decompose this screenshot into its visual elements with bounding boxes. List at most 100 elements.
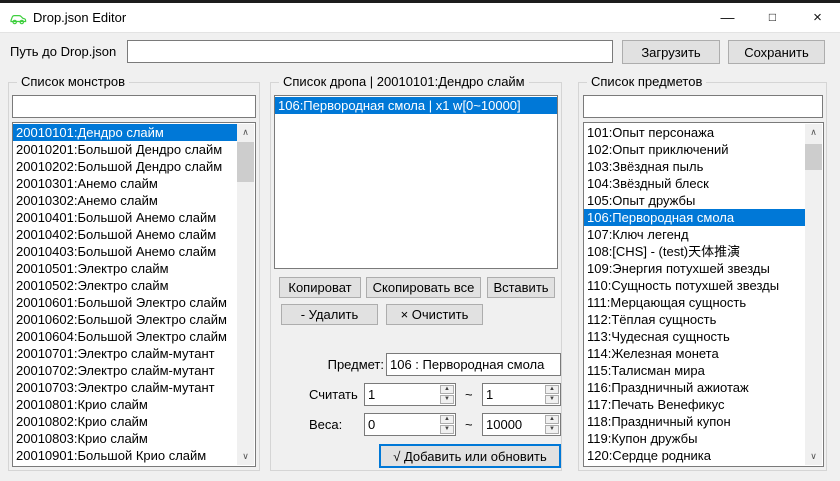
copy-all-button[interactable]: Скопировать все: [366, 277, 481, 298]
list-item[interactable]: 113:Чудесная сущность: [584, 328, 806, 345]
list-item[interactable]: 20010501:Электро слайм: [13, 260, 238, 277]
spin-up-icon[interactable]: ▲: [440, 415, 454, 424]
list-item[interactable]: 115:Талисман мира: [584, 362, 806, 379]
load-button[interactable]: Загрузить: [622, 40, 720, 64]
items-list[interactable]: 101:Опыт персонажа102:Опыт приключений10…: [583, 122, 824, 467]
drops-group: Список дропа | 20010101:Дендро слайм 106…: [270, 82, 562, 471]
list-item[interactable]: 20010901:Большой Крио слайм: [13, 447, 238, 464]
list-item[interactable]: 120:Сердце родника: [584, 447, 806, 464]
list-item[interactable]: 20010701:Электро слайм-мутант: [13, 345, 238, 362]
list-item[interactable]: 106:Первородная смола: [584, 209, 806, 226]
list-item[interactable]: 102:Опыт приключений: [584, 141, 806, 158]
list-item[interactable]: 104:Звёздный блеск: [584, 175, 806, 192]
count-min-input[interactable]: [365, 384, 439, 405]
titlebar[interactable]: Drop.json Editor — □ ×: [0, 3, 840, 33]
list-item[interactable]: 20010604:Большой Электро слайм: [13, 328, 238, 345]
list-item[interactable]: 117:Печать Венефикус: [584, 396, 806, 413]
list-item[interactable]: 106:Первородная смола | x1 w[0~10000]: [275, 97, 557, 114]
copy-button[interactable]: Копироват: [279, 277, 361, 298]
list-item[interactable]: 103:Звёздная пыль: [584, 158, 806, 175]
spin-down-icon[interactable]: ▼: [440, 395, 454, 404]
items-filter-input[interactable]: [583, 95, 823, 118]
weight-range-separator: ~: [465, 417, 473, 432]
close-icon[interactable]: ×: [795, 3, 840, 33]
monsters-list[interactable]: 20010101:Дендро слайм20010201:Большой Де…: [12, 122, 256, 467]
weight-label: Веса:: [309, 417, 342, 432]
stepper-buttons: ▲ ▼: [544, 414, 560, 435]
drops-list[interactable]: 106:Первородная смола | x1 w[0~10000]: [274, 95, 558, 269]
list-item[interactable]: 109:Энергия потухшей звезды: [584, 260, 806, 277]
spin-down-icon[interactable]: ▼: [545, 395, 559, 404]
scrollbar-thumb[interactable]: [237, 142, 254, 182]
list-item[interactable]: 118:Праздничный купон: [584, 413, 806, 430]
items-group-title: Список предметов: [587, 74, 706, 89]
items-scrollbar[interactable]: ∧ ∨: [805, 124, 822, 465]
list-item[interactable]: 20010502:Электро слайм: [13, 277, 238, 294]
monsters-scrollbar[interactable]: ∧ ∨: [237, 124, 254, 465]
scrollbar-thumb[interactable]: [805, 144, 822, 170]
monsters-group: Список монстров 20010101:Дендро слайм200…: [8, 82, 260, 471]
list-item[interactable]: 20010202:Большой Дендро слайм: [13, 158, 238, 175]
paste-button[interactable]: Вставить: [487, 277, 555, 298]
count-max-stepper[interactable]: ▲ ▼: [482, 383, 561, 406]
path-input[interactable]: [127, 40, 613, 63]
scroll-up-icon[interactable]: ∧: [237, 124, 254, 141]
monsters-list-items: 20010101:Дендро слайм20010201:Большой Де…: [13, 124, 255, 466]
list-item[interactable]: 111:Мерцающая сущность: [584, 294, 806, 311]
list-item[interactable]: 20010301:Анемо слайм: [13, 175, 238, 192]
list-item[interactable]: 20010602:Большой Электро слайм: [13, 311, 238, 328]
path-label: Путь до Drop.json: [10, 44, 116, 59]
app-icon: [10, 10, 27, 27]
stepper-buttons: ▲ ▼: [439, 384, 455, 405]
count-max-input[interactable]: [483, 384, 544, 405]
weight-max-input[interactable]: [483, 414, 544, 435]
list-item[interactable]: 108:[CHS] - (test)天体推演: [584, 243, 806, 260]
list-item[interactable]: 105:Опыт дружбы: [584, 192, 806, 209]
spin-up-icon[interactable]: ▲: [545, 415, 559, 424]
list-item[interactable]: 20010803:Крио слайм: [13, 430, 238, 447]
list-item[interactable]: 114:Железная монета: [584, 345, 806, 362]
list-item[interactable]: 20010401:Большой Анемо слайм: [13, 209, 238, 226]
list-item[interactable]: 20010403:Большой Анемо слайм: [13, 243, 238, 260]
scroll-down-icon[interactable]: ∨: [237, 448, 254, 465]
minimize-icon[interactable]: —: [705, 3, 750, 33]
list-item[interactable]: 112:Тёплая сущность: [584, 311, 806, 328]
clear-button[interactable]: × Очистить: [386, 304, 483, 325]
weight-min-input[interactable]: [365, 414, 439, 435]
spin-down-icon[interactable]: ▼: [545, 425, 559, 434]
list-item[interactable]: 20010101:Дендро слайм: [13, 124, 238, 141]
list-item[interactable]: 116:Праздничный ажиотаж: [584, 379, 806, 396]
weight-max-stepper[interactable]: ▲ ▼: [482, 413, 561, 436]
list-item[interactable]: 110:Сущность потухшей звезды: [584, 277, 806, 294]
count-label: Считать: [309, 387, 358, 402]
weight-min-stepper[interactable]: ▲ ▼: [364, 413, 456, 436]
drops-group-title: Список дропа | 20010101:Дендро слайм: [279, 74, 529, 89]
application-window: Drop.json Editor — □ × Путь до Drop.json…: [0, 0, 840, 481]
list-item[interactable]: 20010201:Большой Дендро слайм: [13, 141, 238, 158]
save-button[interactable]: Сохранить: [728, 40, 825, 64]
list-item[interactable]: 20010802:Крио слайм: [13, 413, 238, 430]
spin-down-icon[interactable]: ▼: [440, 425, 454, 434]
stepper-buttons: ▲ ▼: [439, 414, 455, 435]
list-item[interactable]: 101:Опыт персонажа: [584, 124, 806, 141]
add-or-update-button[interactable]: √ Добавить или обновить: [379, 444, 561, 468]
stepper-buttons: ▲ ▼: [544, 384, 560, 405]
list-item[interactable]: 20010601:Большой Электро слайм: [13, 294, 238, 311]
list-item[interactable]: 20010801:Крио слайм: [13, 396, 238, 413]
list-item[interactable]: 20010402:Большой Анемо слайм: [13, 226, 238, 243]
list-item[interactable]: 20010302:Анемо слайм: [13, 192, 238, 209]
delete-button[interactable]: - Удалить: [281, 304, 378, 325]
list-item[interactable]: 20010703:Электро слайм-мутант: [13, 379, 238, 396]
list-item[interactable]: 107:Ключ легенд: [584, 226, 806, 243]
scroll-down-icon[interactable]: ∨: [805, 448, 822, 465]
spin-up-icon[interactable]: ▲: [440, 385, 454, 394]
list-item[interactable]: 20010702:Электро слайм-мутант: [13, 362, 238, 379]
monsters-filter-input[interactable]: [12, 95, 256, 118]
scroll-up-icon[interactable]: ∧: [805, 124, 822, 141]
spin-up-icon[interactable]: ▲: [545, 385, 559, 394]
item-input[interactable]: [386, 353, 561, 376]
count-min-stepper[interactable]: ▲ ▼: [364, 383, 456, 406]
list-item[interactable]: 119:Купон дружбы: [584, 430, 806, 447]
maximize-icon[interactable]: □: [750, 3, 795, 33]
monsters-group-title: Список монстров: [17, 74, 129, 89]
